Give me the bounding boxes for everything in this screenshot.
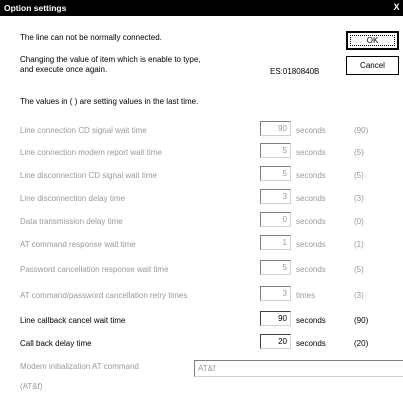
setting-unit: seconds	[296, 148, 326, 157]
setting-label: AT command response wait time	[20, 240, 136, 249]
setting-value-field[interactable]: 20	[260, 334, 291, 349]
setting-value-field[interactable]: 90	[260, 311, 291, 326]
setting-value-field: 3	[260, 189, 291, 204]
setting-label: Line callback cancel wait time	[20, 316, 126, 325]
setting-unit: seconds	[296, 194, 326, 203]
modem-init-label: Modem initialization AT command	[20, 362, 139, 371]
setting-unit: seconds	[296, 217, 326, 226]
setting-value-field: 1	[260, 235, 291, 250]
setting-label: Line connection CD signal wait time	[20, 126, 147, 135]
setting-last-value: (90)	[354, 126, 369, 135]
setting-value-field: 3	[260, 286, 291, 301]
setting-unit: seconds	[296, 316, 326, 325]
setting-value-field: 90	[260, 121, 291, 136]
setting-last-value: (5)	[354, 171, 364, 180]
values-note: The values in ( ) are setting values in …	[20, 97, 199, 106]
modem-init-field: AT&f	[194, 360, 403, 377]
setting-last-value: (90)	[354, 316, 369, 325]
setting-unit: seconds	[296, 339, 326, 348]
window-title: Option settings	[4, 3, 67, 13]
title-bar[interactable]: Option settings X	[0, 0, 403, 16]
setting-label: Line connection modem report wait time	[20, 148, 162, 157]
option-settings-dialog: Option settings X The line can not be no…	[0, 0, 403, 403]
setting-value-field: 0	[260, 212, 291, 227]
line-status-message: The line can not be normally connected.	[20, 33, 162, 42]
setting-unit: seconds	[296, 265, 326, 274]
modem-init-last-value: (AT&f)	[20, 382, 43, 391]
setting-last-value: (3)	[354, 194, 364, 203]
setting-label: Password cancellation response wait time	[20, 265, 169, 274]
setting-last-value: (5)	[354, 148, 364, 157]
setting-label: Line disconnection delay time	[20, 194, 125, 203]
error-code: ES:0180840B	[270, 67, 320, 76]
setting-unit: seconds	[296, 126, 326, 135]
ok-button[interactable]: OK	[346, 31, 399, 50]
instruction-line-2: and execute once again.	[20, 65, 108, 74]
setting-last-value: (1)	[354, 240, 364, 249]
ok-button-focus-ring	[350, 35, 395, 46]
setting-last-value: (0)	[354, 217, 364, 226]
setting-unit: times	[296, 291, 316, 300]
setting-label: Data transmission delay time	[20, 217, 123, 226]
cancel-button-label: Cancel	[360, 61, 385, 70]
setting-label: Line disconnection CD signal wait time	[20, 171, 157, 180]
setting-value-field: 5	[260, 260, 291, 275]
setting-label: Call back delay time	[20, 339, 92, 348]
setting-value-field: 5	[260, 143, 291, 158]
close-icon[interactable]: X	[392, 2, 401, 13]
instruction-line-1: Changing the value of item which is enab…	[20, 55, 201, 64]
setting-value-field: 5	[260, 166, 291, 181]
setting-unit: seconds	[296, 171, 326, 180]
setting-last-value: (20)	[354, 339, 369, 348]
setting-last-value: (5)	[354, 265, 364, 274]
setting-label: AT command/password cancellation retry t…	[20, 291, 188, 300]
setting-last-value: (3)	[354, 291, 364, 300]
cancel-button[interactable]: Cancel	[346, 56, 399, 75]
setting-unit: seconds	[296, 240, 326, 249]
